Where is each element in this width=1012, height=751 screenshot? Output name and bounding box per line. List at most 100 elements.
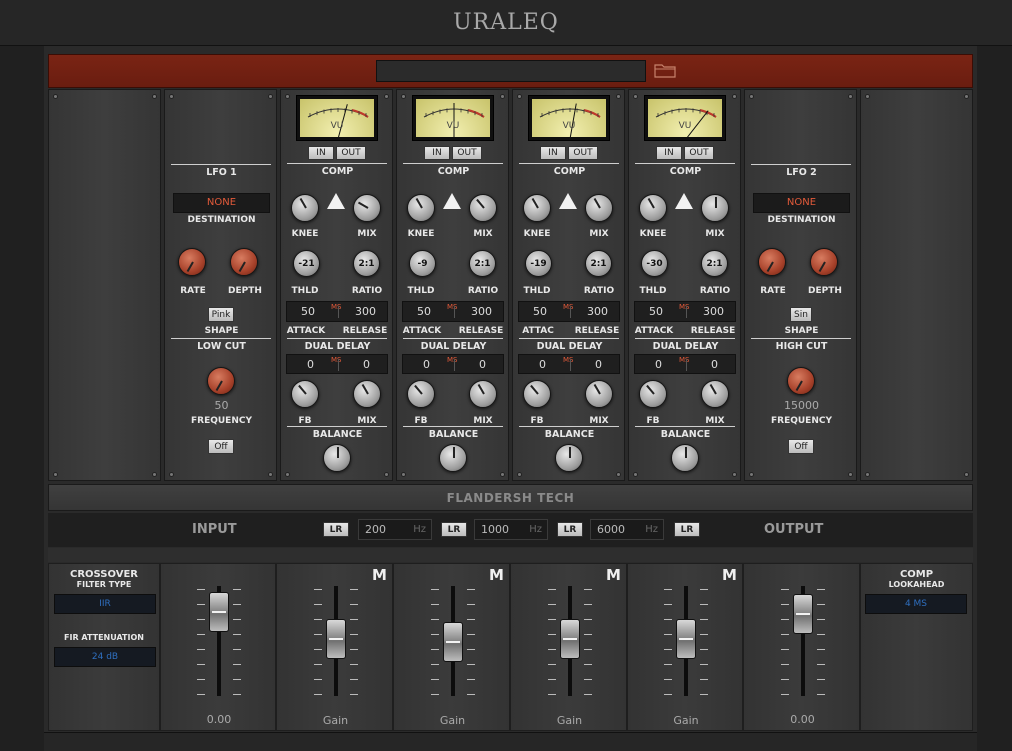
release-label: RELEASE <box>574 326 620 336</box>
mute-button[interactable]: M <box>489 566 504 584</box>
comp-title: COMP <box>669 166 702 177</box>
destination-display[interactable]: NONE <box>753 193 850 213</box>
dual-delay-display[interactable]: 0 MS 0 <box>402 354 504 374</box>
attack-release-display[interactable]: 50 MS 300 <box>402 301 504 322</box>
in-button[interactable]: IN <box>540 146 566 160</box>
shape-button[interactable]: Pink <box>208 307 234 322</box>
knee-knob[interactable] <box>407 194 435 222</box>
mixer-panel: M Gain <box>276 563 393 731</box>
knee-knob[interactable] <box>523 194 551 222</box>
delay-mix-knob[interactable] <box>585 380 613 408</box>
value-separator <box>570 306 571 318</box>
fader-handle[interactable] <box>209 592 229 632</box>
destination-display[interactable]: NONE <box>173 193 270 213</box>
in-button[interactable]: IN <box>308 146 334 160</box>
crossover-frequency-field[interactable]: 1000 Hz <box>474 519 548 540</box>
delay-mix-knob[interactable] <box>701 380 729 408</box>
dual-delay-display[interactable]: 0 MS 0 <box>286 354 388 374</box>
ratio-knob-value: 2:1 <box>590 258 607 269</box>
screw-icon <box>401 94 406 99</box>
fb-knob[interactable] <box>639 380 667 408</box>
filter-type-display[interactable]: IIR <box>54 594 156 614</box>
fader-handle[interactable] <box>793 594 813 634</box>
thld-knob[interactable]: -9 <box>409 250 436 277</box>
out-button[interactable]: OUT <box>684 146 714 160</box>
mix-knob[interactable] <box>701 194 729 222</box>
rate-knob[interactable] <box>178 248 206 276</box>
balance-knob[interactable] <box>323 444 351 472</box>
fader-tick <box>700 694 708 695</box>
delay-mix-knob[interactable] <box>469 380 497 408</box>
mute-button[interactable]: M <box>722 566 737 584</box>
mix-knob[interactable] <box>353 194 381 222</box>
ratio-knob[interactable]: 2:1 <box>469 250 496 277</box>
depth-knob[interactable] <box>230 248 258 276</box>
fader-tick <box>817 604 825 605</box>
frequency-knob[interactable] <box>207 367 235 395</box>
preset-name-field[interactable] <box>376 60 646 82</box>
fader-tick <box>781 604 789 605</box>
attack-release-display[interactable]: 50 MS 300 <box>518 301 620 322</box>
fader-tick <box>700 664 708 665</box>
thld-knob[interactable]: -21 <box>293 250 320 277</box>
frequency-value: 15000 <box>784 399 819 412</box>
mute-button[interactable]: M <box>372 566 387 584</box>
fir-attenuation-display[interactable]: 24 dB <box>54 647 156 667</box>
knee-knob[interactable] <box>639 194 667 222</box>
thld-knob[interactable]: -19 <box>525 250 552 277</box>
fb-knob[interactable] <box>523 380 551 408</box>
divider-line <box>171 164 271 165</box>
delay-left-value: 0 <box>423 358 430 371</box>
lr-link-button[interactable]: LR <box>323 522 349 537</box>
lr-link-button[interactable]: LR <box>441 522 467 537</box>
crossover-frequency-field[interactable]: 6000 Hz <box>590 519 664 540</box>
delay-mix-knob[interactable] <box>353 380 381 408</box>
fader-tick <box>350 649 358 650</box>
fader-handle[interactable] <box>560 619 580 659</box>
folder-icon[interactable] <box>654 62 676 78</box>
crossover-frequency-field[interactable]: 200 Hz <box>358 519 432 540</box>
fader-handle[interactable] <box>326 619 346 659</box>
fb-knob[interactable] <box>291 380 319 408</box>
in-button[interactable]: IN <box>656 146 682 160</box>
out-button[interactable]: OUT <box>568 146 598 160</box>
lr-link-button[interactable]: LR <box>557 522 583 537</box>
frequency-knob[interactable] <box>787 367 815 395</box>
attack-release-display[interactable]: 50 MS 300 <box>286 301 388 322</box>
balance-knob[interactable] <box>671 444 699 472</box>
mute-button[interactable]: M <box>606 566 621 584</box>
dual-delay-display[interactable]: 0 MS 0 <box>518 354 620 374</box>
ms-unit: MS <box>679 303 690 311</box>
mix-knob[interactable] <box>585 194 613 222</box>
in-button[interactable]: IN <box>424 146 450 160</box>
filter-toggle-button[interactable]: Off <box>208 439 234 454</box>
ratio-knob[interactable]: 2:1 <box>585 250 612 277</box>
lookahead-label: LOOKAHEAD <box>888 580 945 589</box>
fb-knob[interactable] <box>407 380 435 408</box>
value-separator <box>454 359 455 371</box>
thld-knob[interactable]: -30 <box>641 250 668 277</box>
depth-knob-pointer <box>238 261 246 273</box>
mix-knob[interactable] <box>469 194 497 222</box>
fader-tick <box>467 619 475 620</box>
lookahead-display[interactable]: 4 MS <box>865 594 967 614</box>
lfo2-module: LFO 2 NONE DESTINATION RATE DEPTH Sin SHAPE HIG… <box>744 89 857 481</box>
divider-line <box>635 426 735 427</box>
shape-button[interactable]: Sin <box>790 307 812 322</box>
fader-handle[interactable] <box>676 619 696 659</box>
ratio-knob[interactable]: 2:1 <box>701 250 728 277</box>
depth-knob[interactable] <box>810 248 838 276</box>
filter-toggle-button[interactable]: Off <box>788 439 814 454</box>
out-button[interactable]: OUT <box>452 146 482 160</box>
rate-knob[interactable] <box>758 248 786 276</box>
dual-delay-display[interactable]: 0 MS 0 <box>634 354 736 374</box>
fader-handle[interactable] <box>443 622 463 662</box>
balance-knob[interactable] <box>555 444 583 472</box>
attack-release-display[interactable]: 50 MS 300 <box>634 301 736 322</box>
out-button[interactable]: OUT <box>336 146 366 160</box>
lr-link-button[interactable]: LR <box>674 522 700 537</box>
ratio-knob[interactable]: 2:1 <box>353 250 380 277</box>
knee-knob[interactable] <box>291 194 319 222</box>
screw-icon <box>616 472 621 477</box>
balance-knob[interactable] <box>439 444 467 472</box>
